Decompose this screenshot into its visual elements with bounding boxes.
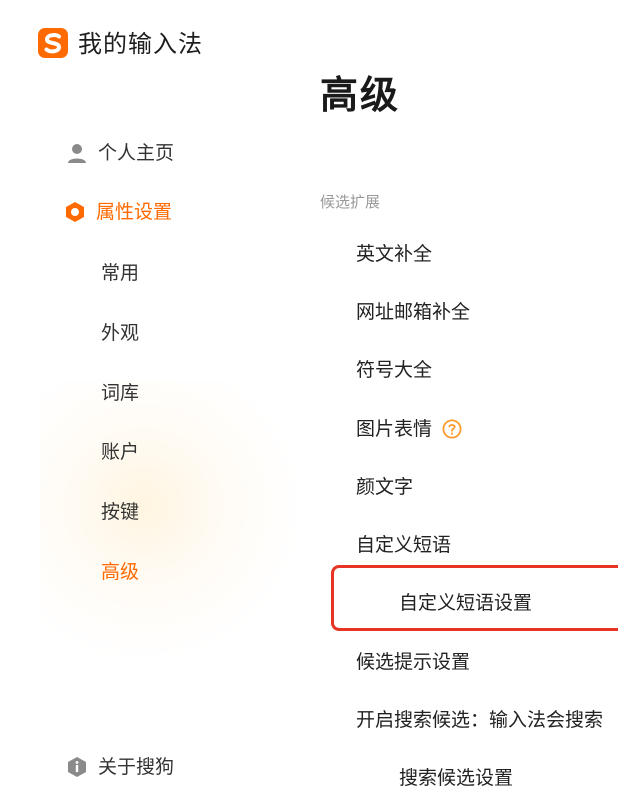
- setting-symbol-collection[interactable]: 符号大全: [356, 358, 432, 382]
- setting-enable-search-candidates[interactable]: 开启搜索候选：输入法会搜索: [356, 708, 603, 732]
- setting-label: 网址邮箱补全: [356, 301, 471, 323]
- setting-image-emoji[interactable]: 图片表情: [356, 417, 462, 441]
- sidebar-item-settings[interactable]: 属性设置: [64, 200, 172, 224]
- sidebar-background-glow: [40, 380, 300, 660]
- sidebar-subitem-dictionary[interactable]: 词库: [101, 381, 139, 405]
- setting-label: 颜文字: [356, 476, 414, 498]
- sidebar-item-profile[interactable]: 个人主页: [66, 141, 174, 165]
- setting-candidate-hint[interactable]: 候选提示设置: [356, 650, 470, 674]
- setting-english-completion[interactable]: 英文补全: [356, 242, 432, 266]
- hexagon-settings-icon: [66, 202, 84, 222]
- setting-label: 自定义短语: [356, 534, 452, 556]
- setting-label: 英文补全: [356, 243, 433, 265]
- help-question-icon[interactable]: [442, 419, 462, 439]
- info-shield-icon: [68, 757, 86, 777]
- setting-custom-phrases[interactable]: 自定义短语: [356, 533, 451, 557]
- sogou-logo-icon: [38, 28, 68, 58]
- settings-window: 我的输入法 高级 个人主页 属性设置 常用 外观 词库 账户 按键 高级 关于搜…: [0, 0, 618, 794]
- sidebar-subitem-common[interactable]: 常用: [101, 261, 139, 285]
- setting-label: 符号大全: [356, 359, 433, 381]
- app-title: 我的输入法: [78, 30, 203, 58]
- sidebar-item-settings-label: 属性设置: [96, 201, 173, 223]
- sidebar-subitem-keys[interactable]: 按键: [101, 500, 139, 524]
- setting-label: 图片表情: [356, 418, 433, 440]
- search-candidates-settings-link[interactable]: 搜索候选设置: [399, 766, 513, 790]
- sidebar-item-about[interactable]: 关于搜狗: [66, 755, 174, 779]
- setting-kaomoji[interactable]: 颜文字: [356, 475, 413, 499]
- setting-label: 候选提示设置: [356, 651, 471, 673]
- sidebar-subitem-appearance[interactable]: 外观: [101, 321, 139, 345]
- sidebar-subitem-advanced[interactable]: 高级: [101, 560, 139, 584]
- sidebar-subitem-account[interactable]: 账户: [101, 440, 139, 464]
- sidebar-item-profile-label: 个人主页: [98, 142, 175, 164]
- custom-phrases-settings-link[interactable]: 自定义短语设置: [399, 591, 532, 615]
- setting-url-email-completion[interactable]: 网址邮箱补全: [356, 300, 470, 324]
- section-label-candidate-extension: 候选扩展: [320, 193, 381, 211]
- page-title: 高级: [320, 73, 401, 117]
- setting-label: 开启搜索候选：输入法会搜索: [356, 709, 604, 731]
- sidebar-item-about-label: 关于搜狗: [98, 756, 175, 778]
- user-icon: [68, 144, 86, 163]
